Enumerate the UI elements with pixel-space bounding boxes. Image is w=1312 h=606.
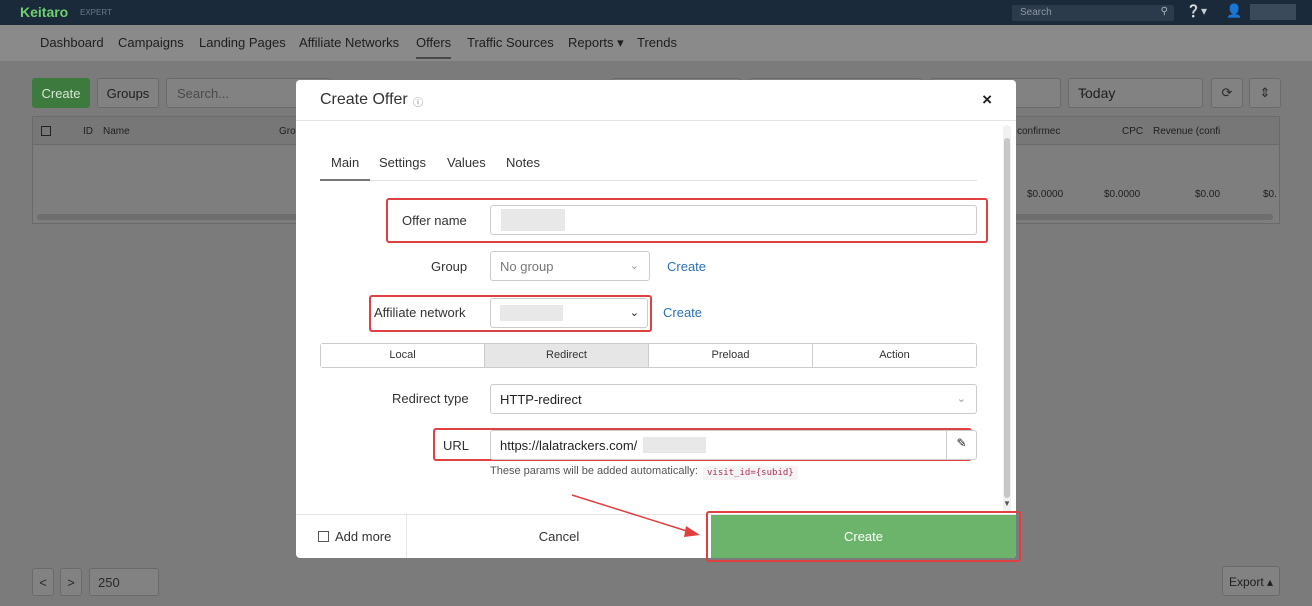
annotation-arrow <box>571 494 700 537</box>
